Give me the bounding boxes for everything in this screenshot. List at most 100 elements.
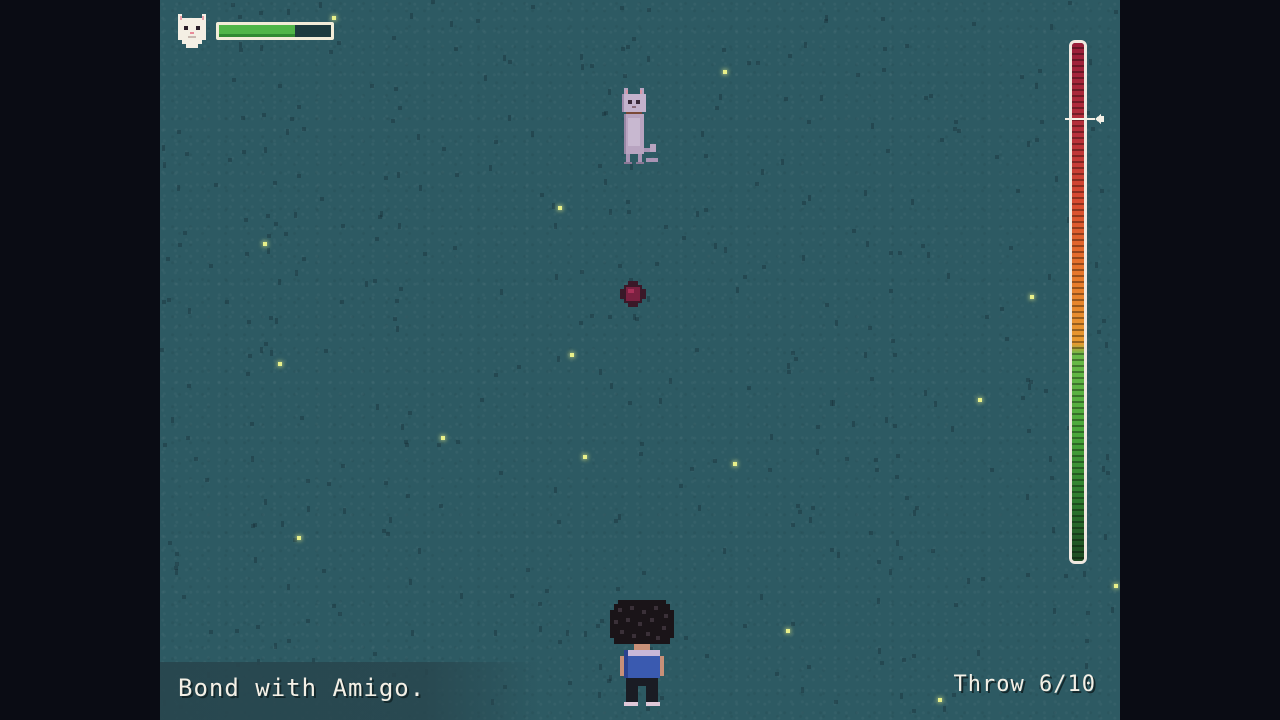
grass-speck <box>274 643 277 649</box>
grass-speck <box>902 658 906 662</box>
grass-speck <box>418 548 421 554</box>
grass-speck <box>755 182 759 186</box>
grass-speck <box>875 468 879 472</box>
grass-speck <box>409 579 412 585</box>
grass-speck <box>985 315 989 319</box>
grass-speck <box>408 411 412 415</box>
game-playfield[interactable]: Bond with Amigo. Throw 6/10 <box>160 0 1120 720</box>
grass-speck <box>1053 608 1056 614</box>
grass-speck <box>870 377 874 381</box>
grass-speck <box>531 5 535 9</box>
grass-speck <box>417 134 420 140</box>
grass-speck <box>590 64 594 68</box>
firefly <box>263 242 267 246</box>
grass-speck <box>724 247 727 253</box>
grass-speck <box>1048 274 1051 280</box>
grass-speck <box>397 172 400 178</box>
grass-speck <box>526 568 530 572</box>
grass-speck <box>307 506 310 512</box>
grass-speck <box>162 300 166 304</box>
firefly <box>570 353 574 357</box>
grass-speck <box>264 147 267 153</box>
grass-speck <box>300 416 304 420</box>
grass-speck <box>540 193 544 197</box>
grass-speck <box>278 279 281 285</box>
grass-speck <box>647 8 651 12</box>
grass-speck <box>419 185 422 191</box>
grass-speck <box>306 619 310 623</box>
grass-speck <box>239 48 243 52</box>
grass-speck <box>608 315 612 319</box>
firefly <box>1114 584 1118 588</box>
grass-speck <box>669 378 672 384</box>
grass-speck <box>743 624 747 628</box>
grass-speck <box>175 569 178 575</box>
grass-speck <box>954 120 958 124</box>
grass-speck <box>804 42 807 48</box>
grass-speck <box>807 120 811 124</box>
firefly <box>583 455 587 459</box>
grass-speck <box>182 595 186 599</box>
grass-speck <box>225 300 229 304</box>
grass-speck <box>476 19 480 23</box>
grass-speck <box>1028 384 1031 390</box>
grass-speck <box>628 401 632 405</box>
grass-speck <box>896 540 899 546</box>
grass-speck <box>866 241 869 247</box>
grass-speck <box>297 174 301 178</box>
amigo-cat-sprite[interactable] <box>618 88 666 168</box>
grass-speck <box>545 589 549 593</box>
grass-speck <box>284 232 288 236</box>
grass-speck <box>899 556 903 560</box>
grass-speck <box>423 252 427 256</box>
grass-speck <box>557 356 560 362</box>
ball-icon[interactable] <box>620 281 646 307</box>
grass-speck <box>391 119 395 123</box>
grass-speck <box>761 169 764 175</box>
grass-speck <box>886 149 890 153</box>
grass-speck <box>610 383 613 389</box>
grass-speck <box>186 436 190 440</box>
grass-speck <box>690 467 694 471</box>
grass-speck <box>947 273 950 279</box>
grass-speck <box>499 471 503 475</box>
grass-speck <box>370 84 374 88</box>
grass-speck <box>600 619 604 623</box>
grass-speck <box>722 48 726 52</box>
grass-speck <box>503 55 506 61</box>
grass-speck <box>880 661 884 665</box>
grass-speck <box>864 352 867 358</box>
grass-speck <box>684 636 688 640</box>
grass-speck <box>185 152 189 156</box>
grass-speck <box>247 320 251 324</box>
grass-speck <box>187 384 191 388</box>
grass-speck <box>647 56 650 62</box>
grass-speck <box>188 308 191 314</box>
grass-speck <box>609 209 612 215</box>
grass-speck <box>235 629 239 633</box>
grass-speck <box>900 693 903 699</box>
grass-speck <box>241 116 245 120</box>
grass-speck <box>232 78 236 82</box>
grass-speck <box>1106 454 1109 460</box>
grass-speck <box>1068 1 1072 5</box>
grass-speck <box>864 190 867 196</box>
firefly <box>733 462 737 466</box>
grass-speck <box>1005 337 1009 341</box>
grass-speck <box>166 257 170 261</box>
grass-speck <box>508 115 511 121</box>
grass-speck <box>623 74 627 78</box>
grass-speck <box>319 2 322 8</box>
grass-speck <box>178 243 182 247</box>
grass-speck <box>168 541 172 545</box>
grass-speck <box>768 468 772 472</box>
grass-speck <box>1020 75 1024 79</box>
grass-speck <box>881 17 885 21</box>
grass-speck <box>913 510 916 516</box>
grass-speck <box>1009 246 1013 250</box>
grass-speck <box>882 68 886 72</box>
grass-speck <box>655 262 659 266</box>
grass-speck <box>1027 141 1030 147</box>
grass-speck <box>877 598 880 604</box>
grass-speck <box>736 287 739 293</box>
